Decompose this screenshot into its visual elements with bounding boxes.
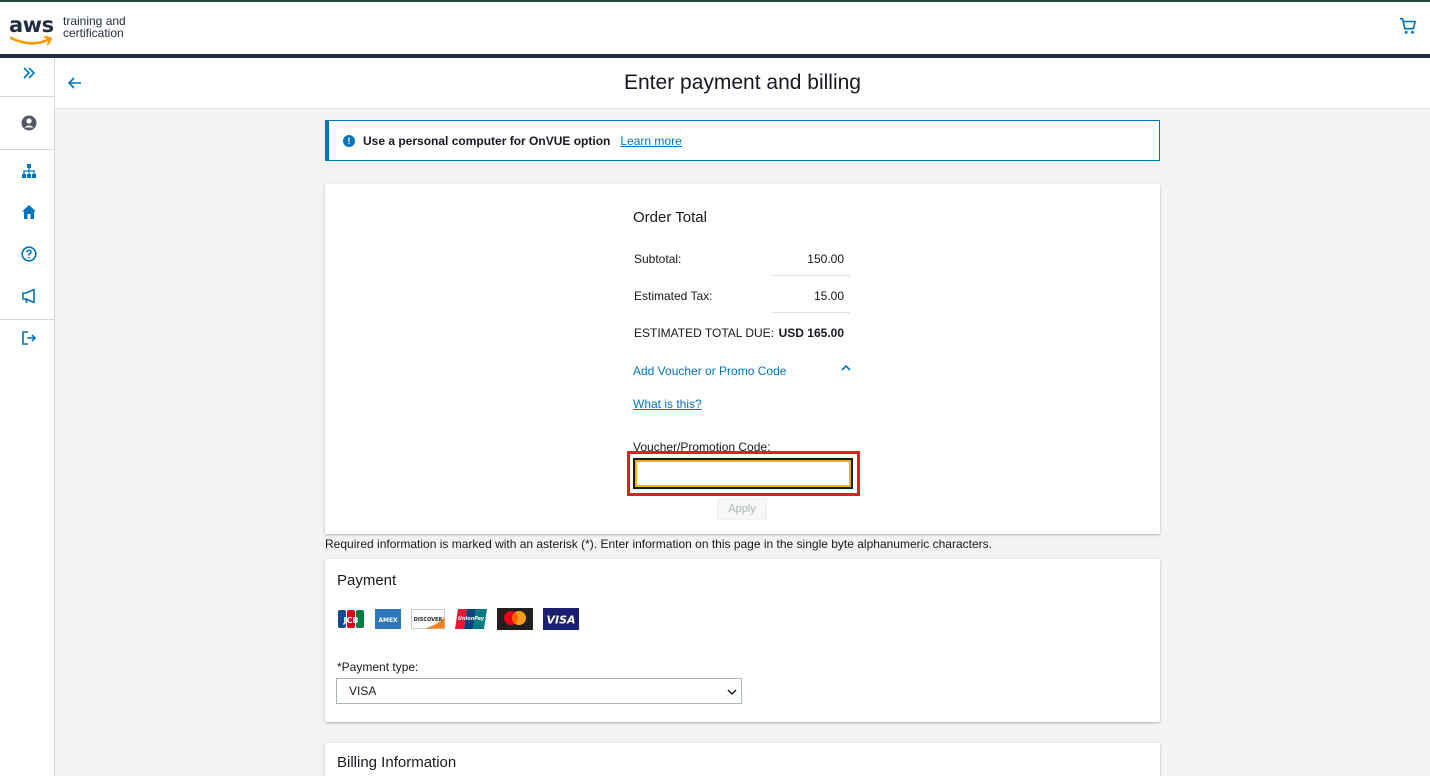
info-message: Use a personal computer for OnVUE option <box>363 133 611 148</box>
mastercard-card-icon <box>497 608 533 630</box>
svg-text:VISA: VISA <box>546 614 575 627</box>
sitemap-icon[interactable] <box>20 162 38 180</box>
tax-label: Estimated Tax: <box>634 289 713 303</box>
payment-card: Payment JCB AMEX DISCOVER UnionPay VISA … <box>325 559 1160 722</box>
billing-title: Billing Information <box>337 754 457 771</box>
svg-text:JCB: JCB <box>343 616 359 625</box>
apply-button[interactable]: Apply <box>717 498 767 520</box>
aws-logo-mark: aws <box>9 13 57 47</box>
svg-text:DISCOVER: DISCOVER <box>414 617 443 623</box>
discover-card-icon: DISCOVER <box>411 608 445 630</box>
payment-type-value: VISA <box>349 684 377 698</box>
chevron-down-icon <box>727 689 737 696</box>
chevron-up-icon[interactable] <box>840 362 852 374</box>
subtotal-value: 150.00 <box>807 252 844 266</box>
page-title: Enter payment and billing <box>624 71 861 94</box>
row-divider <box>772 275 850 276</box>
jcb-card-icon: JCB <box>337 608 365 630</box>
visa-card-icon: VISA <box>543 608 579 630</box>
sidebar-divider <box>0 149 54 150</box>
add-voucher-toggle[interactable]: Add Voucher or Promo Code <box>633 364 853 378</box>
svg-text:AMEX: AMEX <box>378 617 398 624</box>
unionpay-card-icon: UnionPay <box>455 608 487 630</box>
accepted-cards: JCB AMEX DISCOVER UnionPay VISA <box>337 608 589 630</box>
svg-text:UnionPay: UnionPay <box>458 616 485 622</box>
payment-title: Payment <box>337 572 397 589</box>
learn-more-link[interactable]: Learn more <box>620 134 681 148</box>
expand-icon[interactable] <box>20 64 38 82</box>
sidebar-divider <box>0 319 54 320</box>
page-header: Enter payment and billing <box>55 58 1430 109</box>
home-icon[interactable] <box>20 203 38 221</box>
payment-type-select[interactable]: VISA <box>336 678 742 704</box>
subtotal-label: Subtotal: <box>634 252 682 266</box>
shopping-cart-icon[interactable] <box>1399 17 1417 35</box>
amex-card-icon: AMEX <box>375 608 401 630</box>
logo-word: aws <box>9 13 54 37</box>
sign-out-icon[interactable] <box>20 329 38 347</box>
payment-type-label: *Payment type: <box>337 660 419 674</box>
info-icon: ! <box>343 134 355 147</box>
info-banner: ! Use a personal computer for OnVUE opti… <box>325 120 1160 161</box>
what-is-this-link[interactable]: What is this? <box>633 397 702 411</box>
tax-value: 15.00 <box>813 289 844 303</box>
total-due-label: ESTIMATED TOTAL DUE: <box>634 326 775 340</box>
aws-training-logo[interactable]: aws training and certification <box>9 13 133 47</box>
order-total-card: Order Total Subtotal: 150.00 Estimated T… <box>325 184 1160 534</box>
voucher-code-input[interactable] <box>633 458 853 489</box>
help-icon[interactable] <box>20 245 38 263</box>
row-divider <box>772 312 850 313</box>
order-total-title: Order Total <box>633 209 707 226</box>
billing-information-card: Billing Information <box>325 743 1160 776</box>
sidebar-divider <box>0 96 54 97</box>
aws-smile-icon <box>10 35 53 46</box>
total-due-value: USD 165.00 <box>778 326 844 340</box>
top-navigation-bar: aws training and certification <box>0 0 1430 58</box>
megaphone-icon[interactable] <box>20 287 38 305</box>
required-info-note: Required information is marked with an a… <box>325 537 992 551</box>
user-icon[interactable] <box>20 114 38 132</box>
logo-subtitle: training and certification <box>63 14 126 40</box>
side-navigation <box>0 58 55 776</box>
